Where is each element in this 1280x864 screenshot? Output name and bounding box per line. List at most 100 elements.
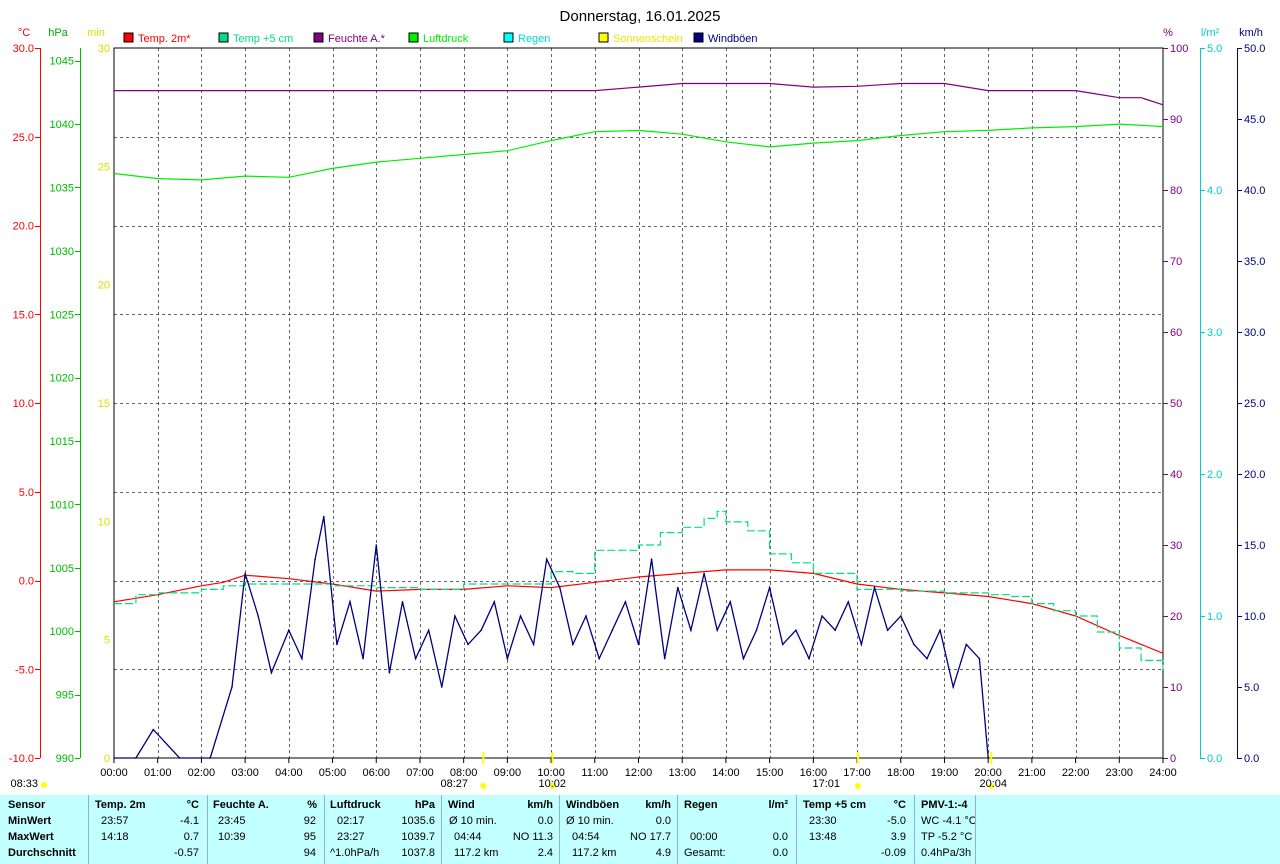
- label-min: MinWert: [8, 815, 52, 827]
- series: [113, 82, 1164, 759]
- humidity-tick-label: 40: [1170, 469, 1182, 481]
- gusts-max-time: 04:54: [572, 831, 600, 843]
- x-tick-label: 11:00: [581, 767, 608, 779]
- pressure-tick-label: 1020: [50, 373, 74, 385]
- wind-tick-label: 50.0: [1244, 43, 1265, 55]
- series-point-4: [965, 643, 968, 646]
- grid: [113, 47, 1164, 759]
- pressure-tick-label: 1005: [50, 563, 74, 575]
- temp5cm-title: Temp +5 cm: [803, 799, 867, 811]
- series-point-4: [768, 586, 771, 589]
- wind-min-value: 0.0: [537, 815, 553, 827]
- gusts-max-value: NO 17.7: [630, 831, 671, 843]
- wind-tick-label: 40.0: [1244, 185, 1265, 197]
- pmv-windchill: WC -4.1 °C: [921, 815, 977, 827]
- pmv-pressure-trend: 0.4hPa/3h: [921, 847, 972, 859]
- legend-swatch-4: [503, 32, 514, 43]
- series-point-4: [178, 757, 181, 759]
- series-point-4: [375, 544, 378, 546]
- series-point-4: [598, 657, 600, 660]
- pressure-avg: 1037.8: [401, 847, 435, 859]
- humidity-tick-label: 80: [1170, 185, 1182, 197]
- marker-label: 17:01: [812, 778, 840, 790]
- series-point-4: [677, 586, 679, 589]
- series-point-4: [441, 686, 443, 688]
- marker-label: 08:27: [440, 778, 468, 790]
- temp-tick-label: 25.0: [13, 132, 34, 144]
- series-point-4: [690, 629, 692, 631]
- temp-tick-label: 15.0: [13, 309, 34, 321]
- series-point-4: [336, 643, 338, 646]
- series-point-4: [742, 657, 745, 660]
- legend-swatch-5: [598, 32, 609, 43]
- gusts-min-label: Ø 10 min.: [566, 815, 614, 827]
- temp5cm-stats: Temp +5 cm °C 23:30 -5.0 13:48 3.9 -0.09: [797, 795, 914, 864]
- rain-max-value: 0.0: [772, 831, 788, 843]
- series-line-1: [114, 510, 1164, 670]
- series-point-4: [288, 629, 290, 631]
- wind-tick-label: 45.0: [1244, 114, 1265, 126]
- legend-swatch-0: [123, 32, 134, 43]
- humidity-tick-label: 70: [1170, 256, 1182, 268]
- sun-tick-label: 10: [98, 516, 110, 528]
- rain-stats: Regen l/m² 00:00 0.0 Gesamt: 0.0: [678, 795, 796, 864]
- gusts-title: Windböen: [566, 799, 620, 811]
- gusts-distance: 117.2 km: [572, 847, 617, 859]
- temp-tick-label: 30.0: [13, 43, 34, 55]
- series-point-4: [506, 657, 509, 660]
- wind-max-value: NO 11.3: [512, 831, 553, 843]
- series-point-4: [873, 586, 876, 589]
- weather-chart: Donnerstag, 16.01.2025 Temp. 2m* Temp +5 …: [9, 8, 1266, 790]
- series-point-4: [113, 757, 115, 759]
- series-point-4: [559, 586, 561, 589]
- series-point-4: [314, 558, 316, 560]
- pressure-unit: hPa: [414, 799, 435, 811]
- humidity-tick-label: 30: [1170, 540, 1182, 552]
- sun-tick-label: 30: [98, 43, 110, 55]
- series-point-4: [821, 615, 823, 617]
- x-tick-label: 07:00: [406, 767, 434, 779]
- series-point-4: [427, 629, 430, 631]
- legend-label-4: Regen: [518, 33, 550, 45]
- temp2m-title: Temp. 2m: [95, 799, 146, 811]
- humidity-tick-label: 100: [1170, 43, 1188, 55]
- gusts-min-value: 0.0: [655, 815, 671, 827]
- pmv-title: PMV-1:-4: [921, 799, 968, 811]
- series-point-4: [362, 657, 364, 660]
- pressure-tick-label: 995: [56, 690, 74, 702]
- series-point-4: [926, 657, 928, 660]
- x-tick-label: 12:00: [625, 767, 653, 779]
- series-point-4: [454, 615, 456, 617]
- series-point-4: [755, 629, 758, 631]
- wind-tick-label: 20.0: [1244, 469, 1265, 481]
- temp-tick-label: 20.0: [13, 221, 34, 233]
- temp2m-max-value: 0.7: [183, 831, 199, 843]
- x-tick-label: 03:00: [231, 767, 259, 779]
- legend-label-0: Temp. 2m*: [138, 33, 191, 45]
- rain-title: Regen: [684, 799, 718, 811]
- humidity-tick-label: 60: [1170, 327, 1182, 339]
- x-tick-label: 23:00: [1106, 767, 1134, 779]
- series-point-4: [952, 686, 954, 688]
- x-tick-label: 21:00: [1018, 767, 1046, 779]
- pressure-min-time: 02:17: [337, 815, 365, 827]
- row-labels: Sensor MinWert MaxWert Durchschnitt: [0, 795, 88, 864]
- series-point-4: [716, 629, 718, 631]
- wind-avg: 2.4: [537, 847, 553, 859]
- series-point-4: [624, 601, 627, 603]
- series-point-4: [834, 629, 836, 631]
- wind-tick-label: 5.0: [1244, 682, 1259, 694]
- marker-dot: [480, 783, 487, 789]
- series-point-4: [795, 629, 797, 631]
- gusts-unit: km/h: [645, 799, 671, 811]
- series-point-4: [847, 601, 850, 603]
- humidity-max-time: 10:39: [218, 831, 246, 843]
- pressure-tick-label: 1015: [50, 436, 74, 448]
- rain-total-label: Gesamt:: [684, 847, 726, 859]
- x-tick-label: 19:00: [931, 767, 959, 779]
- gusts-avg: 4.9: [655, 847, 671, 859]
- series-point-4: [886, 629, 889, 631]
- series-point-4: [808, 657, 810, 660]
- temp2m-min-value: -4.1: [180, 815, 199, 827]
- gusts-stats: Windböen km/h Ø 10 min. 0.0 04:54 NO 17.…: [560, 795, 677, 864]
